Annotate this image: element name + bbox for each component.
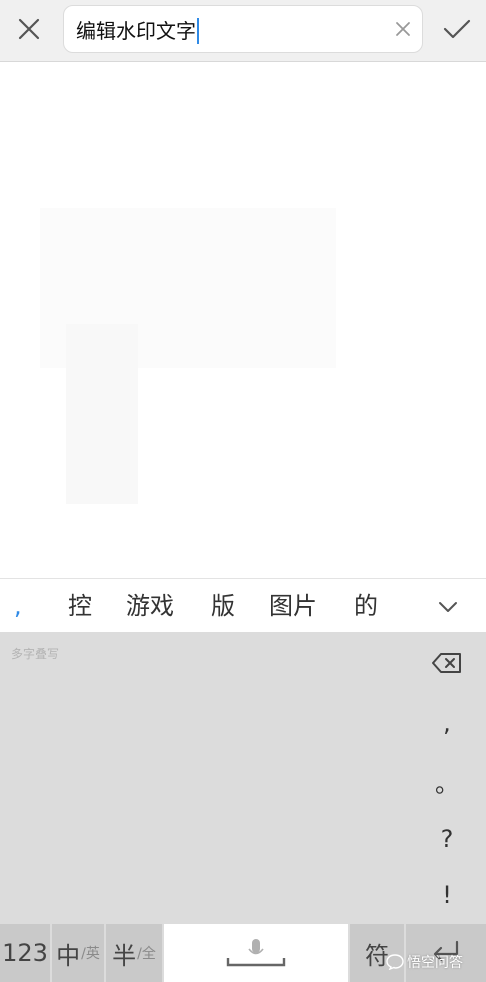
- expand-candidates-button[interactable]: [428, 587, 468, 627]
- numbers-key[interactable]: 123: [0, 924, 50, 982]
- chevron-down-icon: [439, 602, 457, 612]
- top-bar: [0, 0, 486, 62]
- watermark-text: 悟空问答: [407, 955, 463, 971]
- image-preview-area: [0, 62, 486, 578]
- exclamation-key[interactable]: !: [420, 868, 474, 922]
- candidate-item[interactable]: 的: [354, 579, 378, 633]
- chinese-label: 中: [56, 941, 81, 970]
- backspace-icon: [432, 653, 461, 673]
- chat-bubble-icon: [386, 954, 404, 970]
- candidate-item[interactable]: 控: [68, 579, 92, 633]
- candidate-item[interactable]: 版: [211, 579, 235, 633]
- question-key[interactable]: ?: [420, 812, 474, 866]
- close-button[interactable]: [6, 6, 52, 52]
- close-icon: [18, 18, 40, 40]
- candidate-bar: , 控 游戏 版 图片 的: [0, 578, 486, 632]
- clear-text-button[interactable]: [386, 12, 420, 46]
- backspace-key[interactable]: [420, 636, 474, 690]
- watermark-text-input[interactable]: [76, 6, 376, 52]
- comma-key[interactable]: ,: [420, 696, 474, 750]
- text-caret: [197, 18, 199, 44]
- chinese-english-toggle[interactable]: 中/英: [52, 924, 104, 982]
- checkmark-icon: [443, 19, 471, 39]
- candidate-item[interactable]: ,: [14, 579, 22, 633]
- faint-watermark-region: [66, 324, 138, 504]
- candidate-item[interactable]: 图片: [269, 579, 317, 633]
- numbers-key-label: 123: [2, 939, 48, 967]
- half-width-label: 半: [112, 941, 137, 970]
- handwriting-keyboard[interactable]: 多字叠写 , 。 ? ! 123 中/英 半/全 符: [0, 632, 486, 982]
- half-full-width-toggle[interactable]: 半/全: [106, 924, 162, 982]
- candidate-item[interactable]: 游戏: [126, 579, 174, 633]
- handwriting-hint: 多字叠写: [11, 647, 60, 661]
- full-width-label: /全: [137, 946, 156, 962]
- english-label: /英: [81, 946, 100, 962]
- clear-icon: [396, 22, 410, 36]
- confirm-button[interactable]: [434, 6, 480, 52]
- watermark: 悟空问答: [386, 952, 463, 972]
- microphone-icon: [226, 939, 286, 967]
- watermark-text-field[interactable]: [63, 5, 423, 53]
- space-voice-key[interactable]: [164, 924, 348, 982]
- period-key[interactable]: 。: [420, 754, 474, 808]
